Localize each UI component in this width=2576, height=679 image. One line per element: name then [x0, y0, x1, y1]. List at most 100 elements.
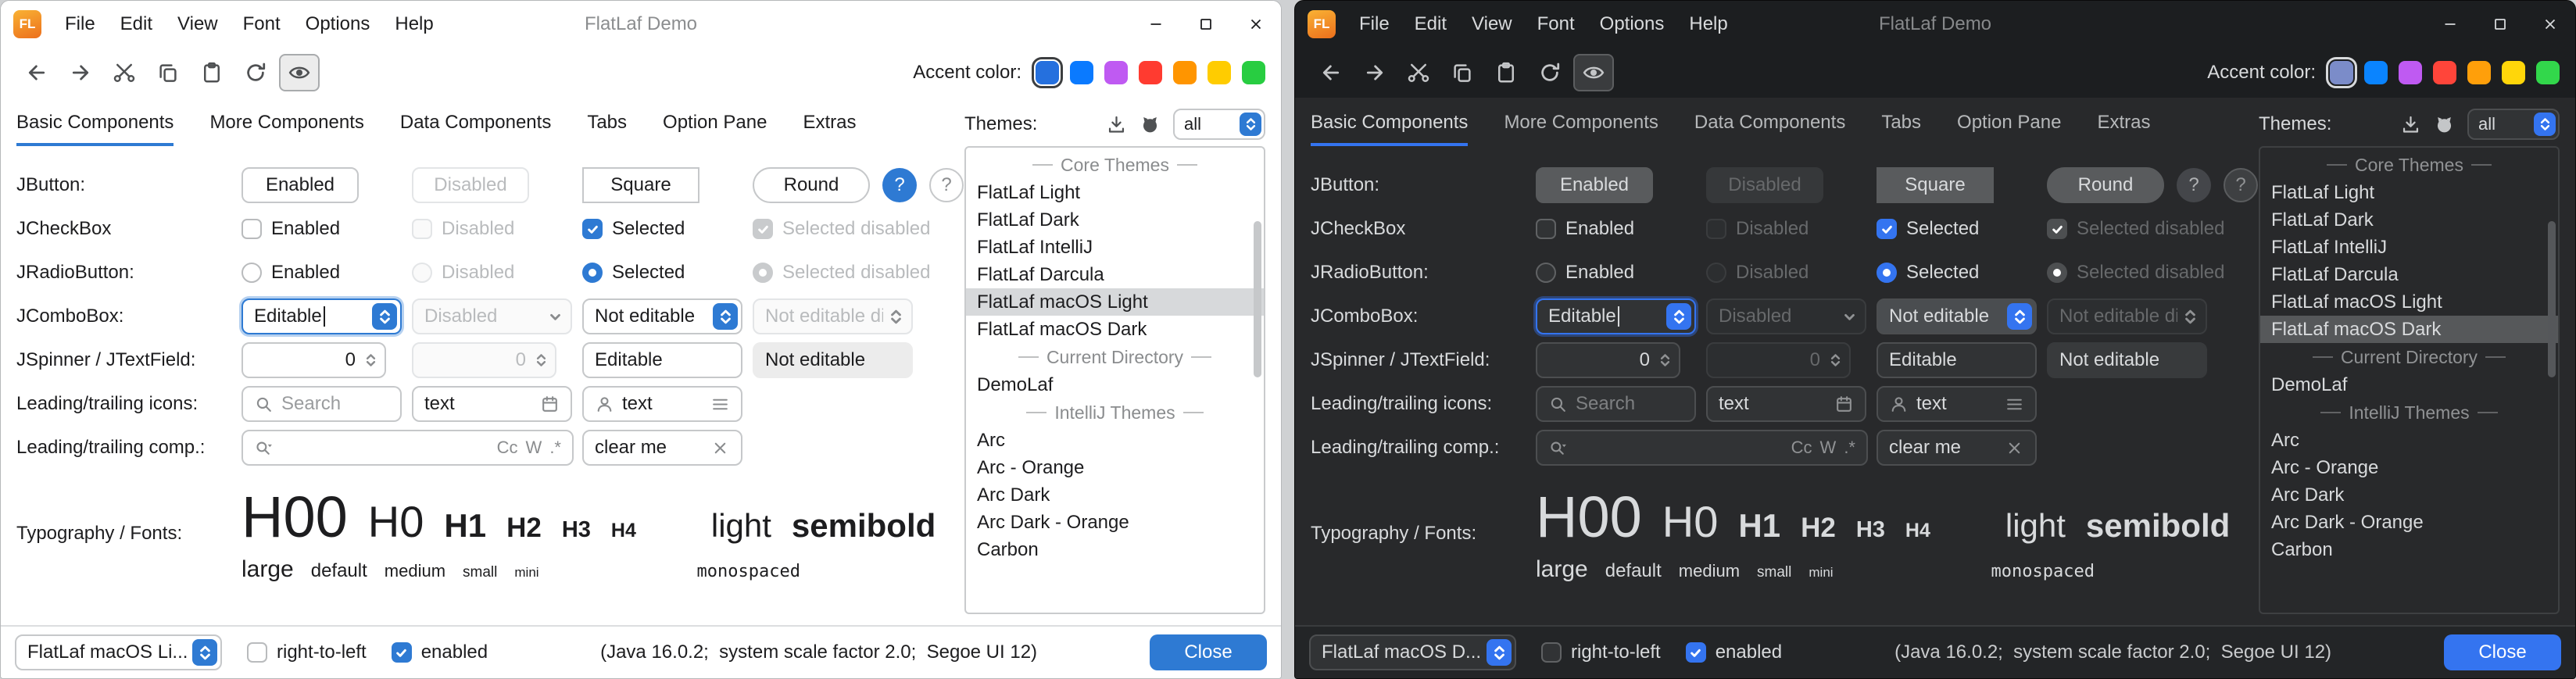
close-window-button[interactable] [2525, 1, 2575, 48]
spinner-arrows-icon[interactable] [1659, 352, 1671, 369]
back-button[interactable] [16, 54, 57, 91]
tab-more-components[interactable]: More Components [209, 102, 363, 146]
menu-edit[interactable]: Edit [108, 1, 165, 48]
regex-button[interactable]: .* [1844, 438, 1855, 458]
minimize-button[interactable] [1131, 1, 1181, 48]
scrollbar-thumb[interactable] [1254, 221, 1261, 377]
menu-options[interactable]: Options [293, 1, 383, 48]
menu-file[interactable]: File [1347, 1, 1402, 48]
radio-selected[interactable]: Selected [1877, 262, 2047, 284]
menu-list-icon[interactable] [710, 395, 730, 414]
regex-button[interactable]: .* [549, 438, 561, 458]
refresh-button[interactable] [235, 54, 276, 91]
help-button[interactable]: ? [2177, 168, 2211, 202]
whole-word-button[interactable]: W [526, 438, 542, 458]
theme-filter-combo[interactable]: all [1173, 109, 1265, 140]
paste-button[interactable] [1486, 54, 1526, 91]
theme-item[interactable]: Arc [966, 427, 1264, 454]
menu-font[interactable]: Font [231, 1, 293, 48]
date-field[interactable]: text [412, 386, 572, 422]
search-dropdown-icon[interactable] [254, 438, 274, 458]
editable-textfield[interactable]: Editable [582, 342, 742, 378]
menu-file[interactable]: File [52, 1, 108, 48]
combobox-arrow-icon[interactable] [2534, 113, 2556, 136]
combobox-arrow-icon[interactable] [1240, 113, 1261, 136]
spinner[interactable]: 0 [1536, 342, 1680, 378]
combobox-arrow-icon[interactable] [192, 639, 217, 666]
tab-tabs[interactable]: Tabs [587, 102, 627, 146]
theme-item[interactable]: FlatLaf IntelliJ [2260, 234, 2558, 261]
theme-item[interactable]: Arc Dark [2260, 481, 2558, 509]
back-button[interactable] [1311, 54, 1351, 91]
close-window-button[interactable] [1231, 1, 1281, 48]
user-field[interactable]: text [582, 386, 742, 422]
spinner[interactable]: 0 [242, 342, 386, 378]
clearable-field[interactable]: clear me [1877, 430, 2037, 466]
cut-button[interactable] [104, 54, 145, 91]
match-case-button[interactable]: Cc [1791, 438, 1812, 458]
search-field[interactable]: Search [242, 386, 402, 422]
help-button-secondary[interactable]: ? [2224, 168, 2258, 202]
show-hidden-toggle-button[interactable] [279, 54, 320, 91]
theme-item[interactable]: FlatLaf Darcula [966, 261, 1264, 288]
search-with-options-field[interactable]: Cc W .* [242, 430, 574, 466]
tab-data-components[interactable]: Data Components [1694, 102, 1845, 146]
theme-item[interactable]: FlatLaf Light [2260, 179, 2558, 206]
forward-button[interactable] [60, 54, 101, 91]
checkbox-selected[interactable]: Selected [582, 218, 753, 240]
editable-textfield[interactable]: Editable [1877, 342, 2037, 378]
round-button[interactable]: Round [753, 167, 870, 203]
search-with-options-field[interactable]: Cc W .* [1536, 430, 1868, 466]
copy-button[interactable] [1442, 54, 1483, 91]
checkbox-selected[interactable]: Selected [1877, 218, 2047, 240]
radio-enabled[interactable]: Enabled [242, 262, 412, 284]
theme-item[interactable]: Arc - Orange [2260, 454, 2558, 481]
right-to-left-checkbox[interactable]: right-to-left [1541, 641, 1661, 663]
scrollbar[interactable] [2548, 151, 2556, 609]
enabled-button[interactable]: Enabled [242, 167, 359, 203]
radio-enabled[interactable]: Enabled [1536, 262, 1706, 284]
theme-item[interactable]: DemoLaf [2260, 371, 2558, 398]
theme-item[interactable]: Arc Dark - Orange [966, 509, 1264, 536]
theme-item[interactable]: Carbon [966, 536, 1264, 563]
right-to-left-checkbox[interactable]: right-to-left [247, 641, 367, 663]
accent-swatch-green[interactable] [1242, 61, 1265, 84]
menu-list-icon[interactable] [2005, 395, 2024, 414]
theme-item[interactable]: Arc Dark - Orange [2260, 509, 2558, 536]
accent-swatch-default[interactable] [2330, 61, 2353, 84]
close-button[interactable]: Close [1150, 634, 1267, 670]
user-field[interactable]: text [1877, 386, 2037, 422]
github-button[interactable] [2434, 114, 2455, 135]
theme-item[interactable]: Arc - Orange [966, 454, 1264, 481]
refresh-button[interactable] [1530, 54, 1570, 91]
calendar-icon[interactable] [1834, 395, 1854, 414]
combobox-arrow-icon[interactable] [713, 303, 738, 330]
theme-item[interactable]: Arc Dark [966, 481, 1264, 509]
theme-item[interactable]: FlatLaf macOS Dark [966, 316, 1264, 343]
tab-tabs[interactable]: Tabs [1881, 102, 1921, 146]
search-dropdown-icon[interactable] [1548, 438, 1568, 458]
date-field[interactable]: text [1706, 386, 1866, 422]
square-button[interactable]: Square [582, 167, 699, 203]
tab-basic-components[interactable]: Basic Components [1311, 102, 1468, 146]
accent-swatch-orange[interactable] [1173, 61, 1197, 84]
help-button[interactable]: ? [882, 168, 917, 202]
theme-item[interactable]: FlatLaf macOS Dark [2260, 316, 2558, 343]
accent-swatch-yellow[interactable] [2502, 61, 2525, 84]
clearable-field[interactable]: clear me [582, 430, 742, 466]
menu-view[interactable]: View [165, 1, 231, 48]
menu-help[interactable]: Help [1676, 1, 1740, 48]
theme-item[interactable]: DemoLaf [966, 371, 1264, 398]
accent-swatch-green[interactable] [2536, 61, 2560, 84]
tab-data-components[interactable]: Data Components [400, 102, 551, 146]
combobox-not-editable[interactable]: Not editable [1877, 298, 2037, 334]
theme-selector-combo[interactable]: FlatLaf macOS D... [1309, 634, 1516, 670]
combobox-arrow-icon[interactable] [1487, 639, 1512, 666]
enabled-checkbox[interactable]: enabled [1686, 641, 1782, 663]
accent-swatch-blue[interactable] [1070, 61, 1093, 84]
enabled-button[interactable]: Enabled [1536, 167, 1653, 203]
scrollbar[interactable] [1254, 151, 1261, 609]
accent-swatch-blue[interactable] [2364, 61, 2388, 84]
clear-icon[interactable] [2005, 438, 2024, 458]
theme-item[interactable]: FlatLaf Darcula [2260, 261, 2558, 288]
